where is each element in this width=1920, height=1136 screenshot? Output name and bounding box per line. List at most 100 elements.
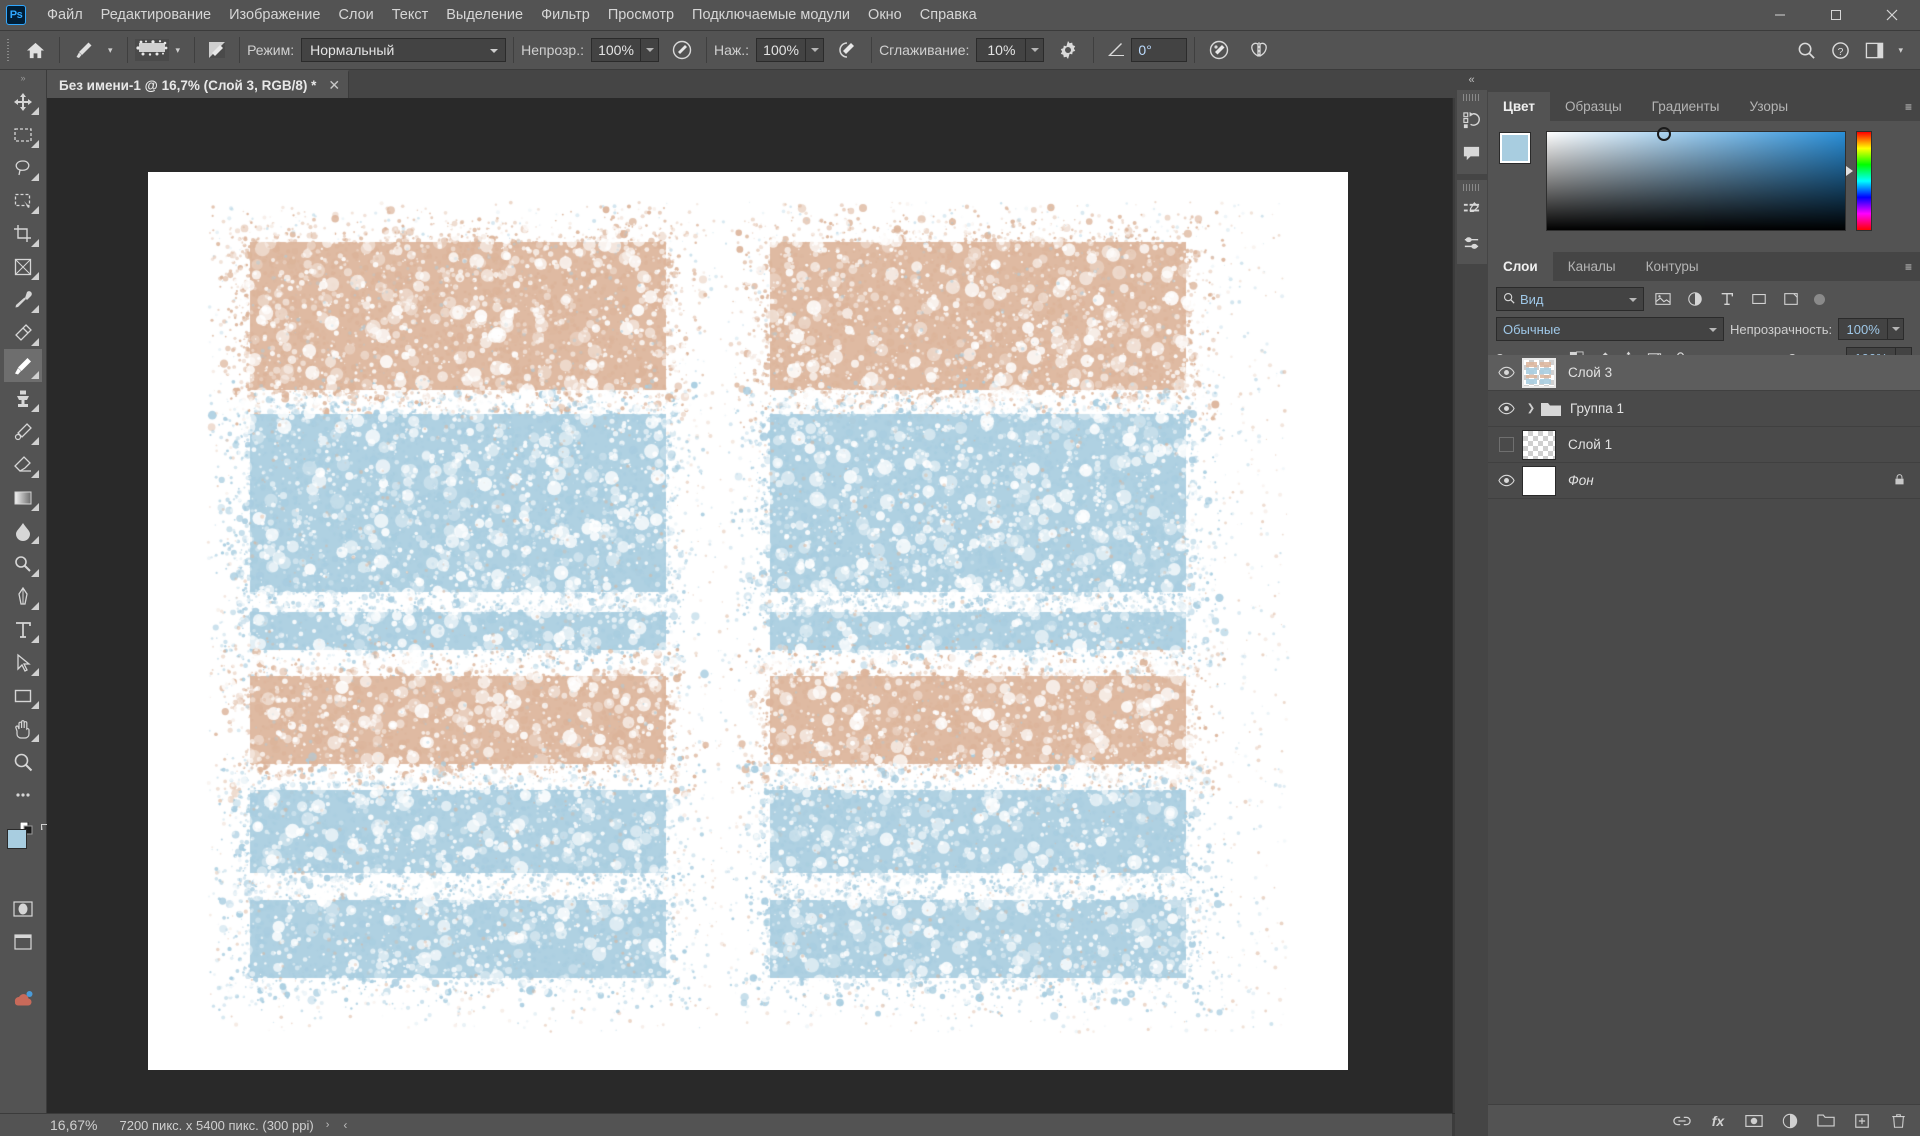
layer-name[interactable]: Фон <box>1568 473 1594 488</box>
table-row[interactable]: Слой 3 <box>1488 355 1920 391</box>
lock-all-icon[interactable] <box>1893 473 1906 489</box>
filter-smart-icon[interactable] <box>1778 287 1804 311</box>
menu-image[interactable]: Изображение <box>220 2 329 28</box>
blend-mode-select[interactable]: Нормальный <box>301 38 507 62</box>
symmetry-butterfly-icon[interactable] <box>1242 35 1276 65</box>
artwork-canvas[interactable] <box>148 172 1348 1070</box>
lasso-tool[interactable] <box>4 151 42 184</box>
screen-mode-icon[interactable] <box>4 925 42 958</box>
color-spectrum-field[interactable] <box>1546 127 1846 231</box>
chevron-right-icon[interactable]: ❯ <box>1524 403 1538 414</box>
flow-chevron-down-icon[interactable] <box>806 38 825 62</box>
comments-panel-icon[interactable] <box>1457 137 1487 170</box>
layer-visibility-icon[interactable] <box>1492 391 1520 427</box>
smoothing-input[interactable]: 10% <box>976 38 1027 62</box>
pen-tool[interactable] <box>4 580 42 613</box>
brush-tool-chevron-down-icon[interactable]: ▾ <box>101 45 120 56</box>
color-picker-cursor[interactable] <box>1657 127 1671 141</box>
search-icon[interactable] <box>1789 35 1823 65</box>
type-tool[interactable] <box>4 613 42 646</box>
layer-styles-fx-icon[interactable]: fx <box>1708 1111 1728 1131</box>
menu-filter[interactable]: Фильтр <box>532 2 599 28</box>
history-brush-tool[interactable] <box>4 415 42 448</box>
close-button[interactable] <box>1864 0 1920 31</box>
filter-type-icon[interactable] <box>1714 287 1740 311</box>
layer-opacity-chevron-down-icon[interactable] <box>1888 318 1905 340</box>
dock-group-grip[interactable] <box>1462 184 1481 191</box>
clone-stamp-tool[interactable] <box>4 382 42 415</box>
new-group-icon[interactable] <box>1816 1111 1836 1131</box>
layer-name[interactable]: Слой 3 <box>1568 365 1612 380</box>
zoom-tool[interactable] <box>4 745 42 778</box>
layer-thumbnail[interactable] <box>1522 357 1556 388</box>
table-row[interactable]: ❯ Группа 1 <box>1488 391 1920 427</box>
layer-visibility-icon[interactable] <box>1492 463 1520 499</box>
toolbox-grip[interactable]: » <box>14 73 32 83</box>
smoothing-chevron-down-icon[interactable] <box>1026 38 1045 62</box>
menu-layers[interactable]: Слои <box>329 2 382 28</box>
layer-thumbnail[interactable] <box>1522 465 1556 496</box>
new-layer-icon[interactable] <box>1852 1111 1872 1131</box>
workspace-chevron-down-icon[interactable]: ▾ <box>1891 45 1910 56</box>
layer-list[interactable]: Слой 3 ❯ Группа 1 Слой 1 Фон <box>1488 355 1920 1104</box>
pressure-opacity-icon[interactable] <box>665 35 699 65</box>
object-selection-tool[interactable] <box>4 184 42 217</box>
delete-layer-icon[interactable] <box>1888 1111 1908 1131</box>
tab-color[interactable]: Цвет <box>1488 92 1550 121</box>
panel-menu-icon[interactable]: ≡ <box>1905 252 1920 281</box>
eraser-tool[interactable] <box>4 448 42 481</box>
filter-enable-toggle[interactable] <box>1814 293 1825 305</box>
layer-name[interactable]: Группа 1 <box>1570 401 1624 416</box>
layer-visibility-icon[interactable] <box>1492 427 1520 463</box>
link-layers-icon[interactable] <box>1672 1111 1692 1131</box>
angle-icon[interactable] <box>1101 35 1131 65</box>
tab-channels[interactable]: Каналы <box>1552 252 1631 281</box>
menu-plugins[interactable]: Подключаемые модули <box>683 2 859 28</box>
dodge-tool[interactable] <box>4 547 42 580</box>
color-panel-swatches[interactable] <box>1499 132 1548 179</box>
history-panel-icon[interactable] <box>1457 104 1487 137</box>
foreground-color-swatch[interactable] <box>7 829 27 849</box>
opacity-chevron-down-icon[interactable] <box>641 38 660 62</box>
minimize-button[interactable] <box>1752 0 1808 31</box>
menu-select[interactable]: Выделение <box>437 2 532 28</box>
hue-slider[interactable] <box>1856 131 1872 231</box>
workspace-icon[interactable] <box>1857 35 1891 65</box>
move-tool[interactable] <box>4 85 42 118</box>
double-chevron-left-icon[interactable]: « <box>1455 70 1488 90</box>
properties-panel-icon[interactable] <box>1457 194 1487 227</box>
airbrush-icon[interactable] <box>830 35 864 65</box>
rectangle-tool[interactable] <box>4 679 42 712</box>
filter-pixel-icon[interactable] <box>1650 287 1676 311</box>
options-bar-grip[interactable] <box>7 39 13 61</box>
menu-view[interactable]: Просмотр <box>599 2 683 28</box>
layer-opacity-input[interactable]: 100% <box>1838 318 1889 340</box>
layer-visibility-icon[interactable] <box>1492 355 1520 391</box>
adjustments-panel-icon[interactable] <box>1457 227 1487 260</box>
tab-paths[interactable]: Контуры <box>1630 252 1714 281</box>
tablet-pressure-size-icon[interactable] <box>1202 35 1236 65</box>
blur-tool[interactable] <box>4 514 42 547</box>
table-row[interactable]: Фон <box>1488 463 1920 499</box>
color-panel-foreground-swatch[interactable] <box>1499 132 1531 164</box>
canvas-area[interactable] <box>47 98 1452 1113</box>
tab-patterns[interactable]: Узоры <box>1734 92 1804 121</box>
home-icon[interactable] <box>18 35 52 65</box>
tab-swatches[interactable]: Образцы <box>1549 92 1637 121</box>
color-panel-menu-icon[interactable]: ≡ <box>1905 92 1920 121</box>
status-expand-icon[interactable]: › <box>326 1119 330 1131</box>
gradient-tool[interactable] <box>4 481 42 514</box>
new-adjustment-layer-icon[interactable] <box>1780 1111 1800 1131</box>
table-row[interactable]: Слой 1 <box>1488 427 1920 463</box>
tab-layers[interactable]: Слои <box>1488 252 1553 281</box>
eyedropper-tool[interactable] <box>4 283 42 316</box>
healing-brush-tool[interactable] <box>4 316 42 349</box>
menu-help[interactable]: Справка <box>911 2 986 28</box>
brush-settings-icon[interactable] <box>202 35 232 65</box>
brush-preset-icon[interactable] <box>134 39 169 61</box>
flow-input[interactable]: 100% <box>756 38 807 62</box>
add-layer-mask-icon[interactable] <box>1744 1111 1764 1131</box>
edit-toolbar-tool[interactable] <box>4 778 42 811</box>
filter-shape-icon[interactable] <box>1746 287 1772 311</box>
artboard[interactable] <box>148 172 1348 1070</box>
